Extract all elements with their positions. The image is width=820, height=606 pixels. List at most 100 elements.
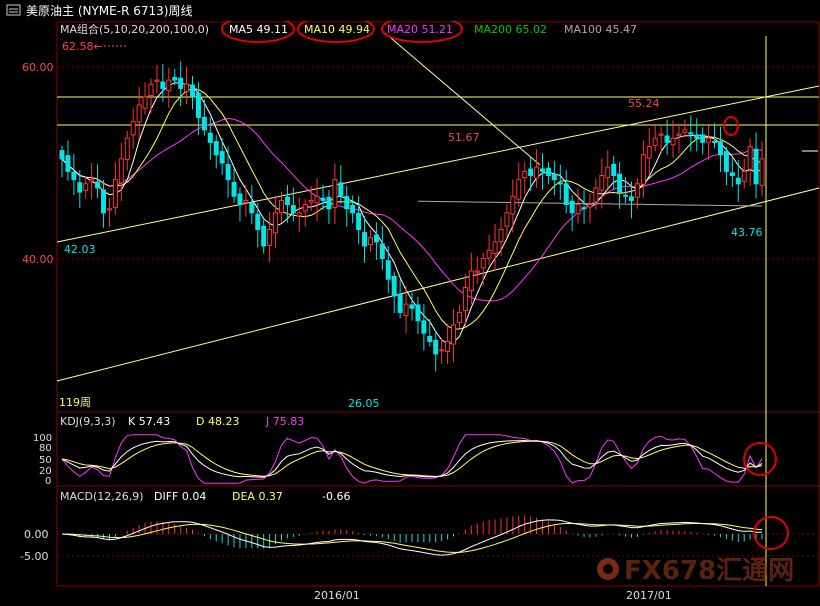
candle-body [89, 179, 95, 182]
candle-body [284, 196, 290, 206]
annotation-high-right: 55.24 [628, 97, 660, 110]
candle-body [83, 183, 89, 191]
candle-body [314, 195, 320, 204]
macd-dea: DEA 0.37 [232, 490, 283, 503]
time-label-2016: 2016/01 [314, 589, 360, 602]
candle-body [237, 193, 243, 206]
candle-body [545, 167, 551, 177]
macd-tick-0: 0.00 [24, 528, 49, 541]
candle-body [569, 200, 575, 214]
candle-body [320, 197, 326, 201]
candle-body [136, 104, 142, 123]
candle-body [581, 207, 587, 210]
candle-body [456, 311, 462, 323]
candle-body [302, 204, 308, 212]
kdj-tick-0: 0 [45, 476, 51, 487]
kdj-tick-80: 80 [39, 443, 52, 454]
candle-body [142, 96, 148, 109]
candle-body [474, 270, 480, 273]
candle-body [534, 166, 540, 179]
candle-body [391, 276, 397, 297]
candle-body [308, 199, 314, 203]
candle-body [670, 137, 676, 146]
candle-body [682, 129, 688, 133]
candle-body [367, 237, 373, 246]
candle-body [504, 212, 510, 227]
candle-body [249, 202, 255, 214]
candle-body [373, 234, 379, 243]
candle-body [640, 154, 646, 185]
window-title: 美原油主 (NYME-R 6713)周线 [26, 4, 192, 18]
candle-body [587, 204, 593, 208]
candle-body [124, 137, 130, 160]
kdj-k: K 57.43 [128, 415, 170, 428]
candle-body [557, 182, 563, 185]
candle-body [605, 166, 611, 179]
candle-body [362, 232, 368, 247]
candle-body [184, 83, 190, 92]
candle-body [753, 148, 759, 185]
candle-body [688, 132, 694, 135]
candle-body [617, 173, 623, 193]
candle-body [255, 213, 261, 230]
candle-body [729, 172, 735, 177]
candle-body [290, 205, 296, 214]
candle-body [332, 179, 338, 209]
candle-body [172, 77, 178, 81]
kdj-j: J 75.83 [265, 415, 304, 428]
candle-body [741, 170, 747, 183]
candle-body [112, 179, 118, 208]
annotation-high-left: 62.58← [62, 40, 103, 53]
candle-body [492, 241, 498, 255]
macd-diff: DIFF 0.04 [154, 490, 206, 503]
chart-canvas: 美原油主 (NYME-R 6713)周线 MA组合(5,10,20,200,10… [0, 0, 820, 606]
candle-body [427, 335, 433, 342]
candle-body [658, 133, 664, 136]
candle-body [243, 199, 249, 203]
candle-body [213, 141, 219, 156]
kdj-tick-50: 50 [39, 455, 52, 466]
ma5-value: MA5 49.11 [229, 23, 288, 36]
candle-body [486, 249, 492, 259]
candle-body [551, 174, 557, 181]
ma100-value: MA100 45.47 [564, 23, 637, 36]
candle-body [201, 116, 207, 131]
candle-body [528, 168, 534, 177]
candle-body [563, 183, 569, 206]
candle-body [190, 84, 196, 98]
candle-body [575, 204, 581, 215]
candle-body [664, 135, 670, 143]
candle-body [397, 293, 403, 313]
kdj-name: KDJ(9,3,3) [60, 415, 116, 428]
candle-body [225, 164, 231, 181]
candle-body [338, 182, 344, 197]
candle-body [623, 194, 629, 197]
price-tick-40: 40.00 [22, 253, 54, 266]
candle-body [219, 151, 225, 164]
candle-body [634, 183, 640, 198]
candle-body [231, 181, 237, 197]
candle-body [415, 304, 421, 322]
candle-body [148, 83, 154, 96]
candle-body [723, 151, 729, 172]
candle-body [735, 177, 741, 185]
candle-body [516, 179, 522, 200]
kdj-d: D 48.23 [196, 415, 239, 428]
candle-body [379, 243, 385, 259]
candle-body [652, 137, 658, 146]
annotation-low-left: 42.03 [64, 243, 96, 256]
candle-body [326, 196, 332, 210]
candle-body [261, 225, 267, 247]
price-tick-60: 60.00 [22, 61, 54, 74]
candle-body [468, 270, 474, 291]
candle-body [706, 137, 712, 143]
watermark-logo [597, 558, 619, 580]
candle-body [154, 79, 160, 82]
annotation-low-mid: 26.05 [348, 397, 380, 410]
candle-body [118, 158, 124, 184]
candle-body [130, 121, 136, 136]
candle-body [646, 145, 652, 159]
candle-body [439, 349, 445, 352]
ma200-value: MA200 65.02 [474, 23, 547, 36]
candle-body [540, 168, 546, 172]
